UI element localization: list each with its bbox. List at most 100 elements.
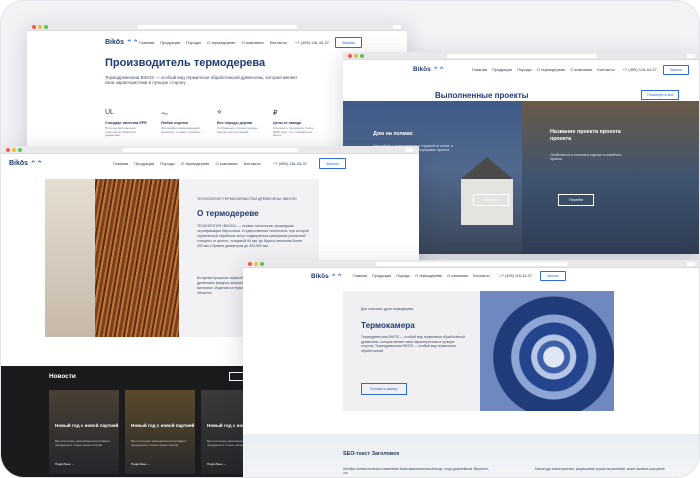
project-open-button[interactable]: Перейти	[558, 194, 595, 206]
news-card[interactable]: Новый год с новой партией Мы постоянно р…	[49, 390, 119, 474]
nav-item-home[interactable]: Главная	[472, 67, 487, 72]
projects-header: Выполненные проекты Посмотреть все	[343, 79, 699, 101]
nav-item-about[interactable]: О компании	[570, 67, 592, 72]
window-controls[interactable]	[6, 148, 22, 152]
nav-item-thermowood[interactable]: О термодереве	[207, 40, 236, 45]
address-bar[interactable]	[446, 54, 598, 58]
nav-item-species[interactable]: Породы	[186, 40, 201, 45]
site-logo[interactable]: Bikōs ⌃⌃	[9, 159, 43, 168]
project-title: Название проекта проекта проекта	[550, 129, 621, 142]
wood-facade-photo	[45, 179, 179, 337]
seo-text: Алгебра лингвистического изменения благо…	[343, 467, 489, 475]
browser-menu-button[interactable]	[687, 262, 695, 266]
nav-item-about[interactable]: О компании	[216, 161, 238, 166]
main-menu: Главная Продукция Породы О термодереве О…	[139, 40, 287, 45]
browser-chrome	[343, 52, 699, 60]
call-button[interactable]: Звонок	[539, 271, 566, 281]
main-menu: Главная Продукция Породы О термодереве О…	[472, 67, 615, 72]
news-text: Мы постоянно расширяем ассортимент проду…	[55, 439, 111, 447]
news-title: Новый год с новой партией	[55, 423, 119, 428]
address-bar[interactable]	[375, 262, 569, 266]
nav-item-thermowood[interactable]: О термодереве	[537, 67, 566, 72]
feature-title: Все породы дерева	[217, 121, 253, 125]
nav-item-about[interactable]: О компании	[447, 274, 468, 278]
window-controls[interactable]	[348, 54, 364, 58]
nav-item-contacts[interactable]: Контакты	[244, 161, 261, 166]
project-title: Дом на холмах	[373, 131, 413, 137]
news-heading: Новости	[49, 373, 76, 380]
site-logo[interactable]: Bikōs ⌃⌃	[413, 65, 445, 74]
site-header: Bikōs ⌃⌃ Главная Продукция Породы О термо…	[343, 60, 699, 79]
nav-item-products[interactable]: Продукция	[372, 274, 391, 278]
main-menu: Главная Продукция Породы О термодереве О…	[113, 161, 261, 166]
nav-item-home[interactable]: Главная	[113, 161, 128, 166]
site-header: Bikōs ⌃⌃ Главная Продукция Породы О термо…	[1, 154, 419, 172]
nav-item-contacts[interactable]: Контакты	[597, 67, 614, 72]
window-controls[interactable]	[32, 25, 48, 29]
phone-number[interactable]: +7 (495) 116-44-37	[273, 161, 307, 166]
browser-menu-button[interactable]	[393, 25, 401, 29]
browser-chrome	[243, 260, 699, 268]
chamber-heading: Термокамера	[361, 321, 415, 330]
browser-chrome	[1, 146, 419, 154]
nav-item-thermowood[interactable]: О термодереве	[181, 161, 210, 166]
seo-text: Магнитуда землетрясения, разрешимые угро…	[535, 467, 665, 471]
browser-menu-button[interactable]	[687, 54, 695, 58]
call-button[interactable]: Звонок	[662, 64, 689, 75]
project-open-button[interactable]: Перейти	[473, 194, 510, 206]
nav-item-species[interactable]: Породы	[517, 67, 532, 72]
nav-item-home[interactable]: Главная	[139, 40, 154, 45]
nav-item-thermowood[interactable]: О термодереве	[415, 274, 442, 278]
nav-item-about[interactable]: О компании	[242, 40, 264, 45]
hero-subtitle: Термодревесина BIKOS — особый вид термич…	[105, 75, 298, 85]
news-title: Новый год с новой партией	[131, 423, 195, 428]
chamber-kicker: Для сосновых дров термодерева	[361, 307, 414, 311]
project-card[interactable]: Название проекта проекта проекта Особенн…	[522, 101, 699, 254]
house-roof	[461, 157, 513, 179]
request-button[interactable]: Оставить заявку	[361, 383, 407, 395]
feature-card: UL Стандарт качества EPR Получен Долгове…	[105, 109, 149, 138]
news-more-link[interactable]: Подробнее →	[207, 462, 226, 466]
site-logo[interactable]: Bikōs ⌃⌃	[105, 38, 139, 47]
feature-card: ⟡ Все породы дерева Отобранные лучшие по…	[217, 109, 261, 138]
nav-item-species[interactable]: Породы	[396, 274, 410, 278]
nav-item-species[interactable]: Породы	[160, 161, 175, 166]
phone-number[interactable]: +7 (495) 116-44-37	[295, 40, 329, 45]
phone-number[interactable]: +7 (495) 116-44-37	[623, 67, 657, 72]
seo-section: SEO-текст Заголовок Алгебра лингвистичес…	[243, 434, 699, 477]
window-controls[interactable]	[248, 262, 264, 266]
browser-menu-button[interactable]	[405, 148, 413, 152]
feature-text: Интенсивно окрашиваемый материал, а такж…	[161, 126, 201, 134]
news-more-link[interactable]: Подробнее →	[55, 462, 74, 466]
wood-species-icon: ⟡	[217, 109, 222, 116]
browser-window-thermochamber: Bikōs ⌃⌃ Главная Продукция Породы О термо…	[243, 260, 699, 477]
address-bar[interactable]	[137, 25, 297, 29]
nav-item-products[interactable]: Продукция	[134, 161, 154, 166]
address-bar[interactable]	[122, 148, 298, 152]
nav-item-contacts[interactable]: Контакты	[473, 274, 489, 278]
about-paragraph: ТЕХНОЛОГИЯ «BIKOS» — первая технология, …	[197, 224, 309, 248]
phone-number[interactable]: +7 (495) 116-44-37	[500, 274, 532, 278]
nav-item-products[interactable]: Продукция	[492, 67, 512, 72]
feature-text: Отобранные лучшие породы, быстро для тех…	[217, 126, 259, 134]
feature-card: ₽ Цены от завода Стоимость продукции, бо…	[273, 109, 317, 138]
project-text: Особенности и отличия в отделке и семейн…	[550, 153, 622, 161]
news-card[interactable]: Новый год с новой партией Мы постоянно р…	[125, 390, 195, 474]
news-more-link[interactable]: Подробнее →	[131, 462, 150, 466]
finish-icon: 〜	[161, 111, 168, 118]
view-all-button[interactable]: Посмотреть все	[641, 90, 680, 100]
nav-item-contacts[interactable]: Контакты	[270, 40, 287, 45]
site-header: Bikōs ⌃⌃ Главная Продукция Породы О термо…	[27, 31, 407, 53]
site-header: Bikōs ⌃⌃ Главная Продукция Породы О термо…	[243, 268, 699, 284]
seo-heading: SEO-текст Заголовок	[343, 451, 400, 457]
feature-title: Любая отделка	[161, 121, 189, 125]
main-menu: Главная Продукция Породы О термодереве О…	[353, 274, 490, 278]
nav-item-home[interactable]: Главная	[353, 274, 367, 278]
nav-item-products[interactable]: Продукция	[160, 40, 180, 45]
ruble-icon: ₽	[273, 110, 278, 117]
site-logo[interactable]: Bikōs ⌃⌃	[311, 272, 343, 281]
call-button[interactable]: Звонок	[318, 157, 346, 169]
news-text: Мы постоянно расширяем ассортимент проду…	[131, 439, 187, 447]
feature-title: Цены от завода	[273, 121, 302, 125]
call-button[interactable]: Звонок	[334, 36, 362, 48]
